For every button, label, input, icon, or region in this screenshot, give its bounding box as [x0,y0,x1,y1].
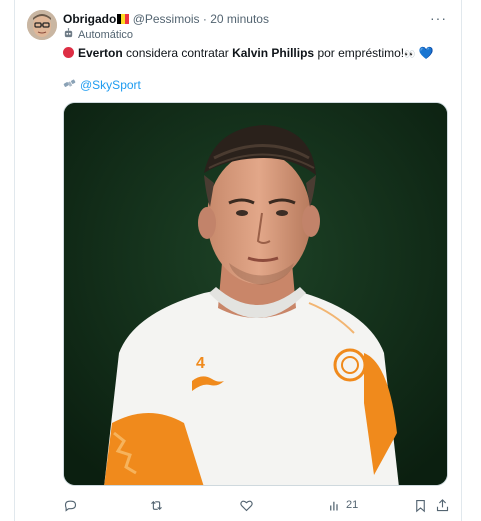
action-bar: 21 [63,496,450,514]
source-line: @SkySport [63,77,141,93]
eyes-icon: 👀 [404,49,416,59]
reply-button[interactable] [63,496,78,514]
repost-icon [151,500,162,510]
views-icon [330,501,338,510]
club-name: Everton [78,46,123,60]
tweet-card[interactable]: Obrigado @Pessimois · 20 minutos ··· Aut… [14,0,462,521]
shirt-number: 4 [196,355,205,372]
tweet-photo[interactable]: 4 [63,102,448,486]
separator: · [202,12,207,26]
timestamp[interactable]: 20 minutos [210,12,269,26]
tweet-header: Obrigado @Pessimois · 20 minutos [63,11,451,27]
player-photo: 4 [64,103,447,485]
like-button[interactable] [239,496,254,514]
reply-icon [64,500,77,512]
views-button[interactable]: 21 [327,496,358,514]
author-name[interactable]: Obrigado [63,12,116,26]
views-count: 21 [346,499,359,511]
player-name: Kalvin Phillips [232,46,315,60]
automated-text: Automático [78,29,134,41]
avatar-image [27,10,57,40]
share-button[interactable] [435,496,450,514]
author-handle[interactable]: @Pessimois [133,12,200,26]
robot-icon [64,28,73,38]
source-mention[interactable]: @SkySport [80,78,141,92]
more-icon[interactable]: ··· [430,10,447,26]
red-circle-icon [63,47,74,58]
belgium-flag-icon [117,14,130,24]
bookmark-button[interactable] [413,496,428,514]
repost-button[interactable] [149,496,164,514]
blue-heart-icon: 💙 [418,46,434,60]
avatar[interactable] [27,10,57,40]
text-end: por empréstimo! [314,46,405,60]
text-middle: considera contratar [122,46,233,60]
share-icon [436,498,449,511]
automated-label: Automático [63,28,133,42]
tweet-text: Everton considera contratar Kalvin Phill… [63,45,449,62]
satellite-icon [63,79,76,87]
like-icon [240,500,253,511]
bookmark-icon [416,499,425,512]
